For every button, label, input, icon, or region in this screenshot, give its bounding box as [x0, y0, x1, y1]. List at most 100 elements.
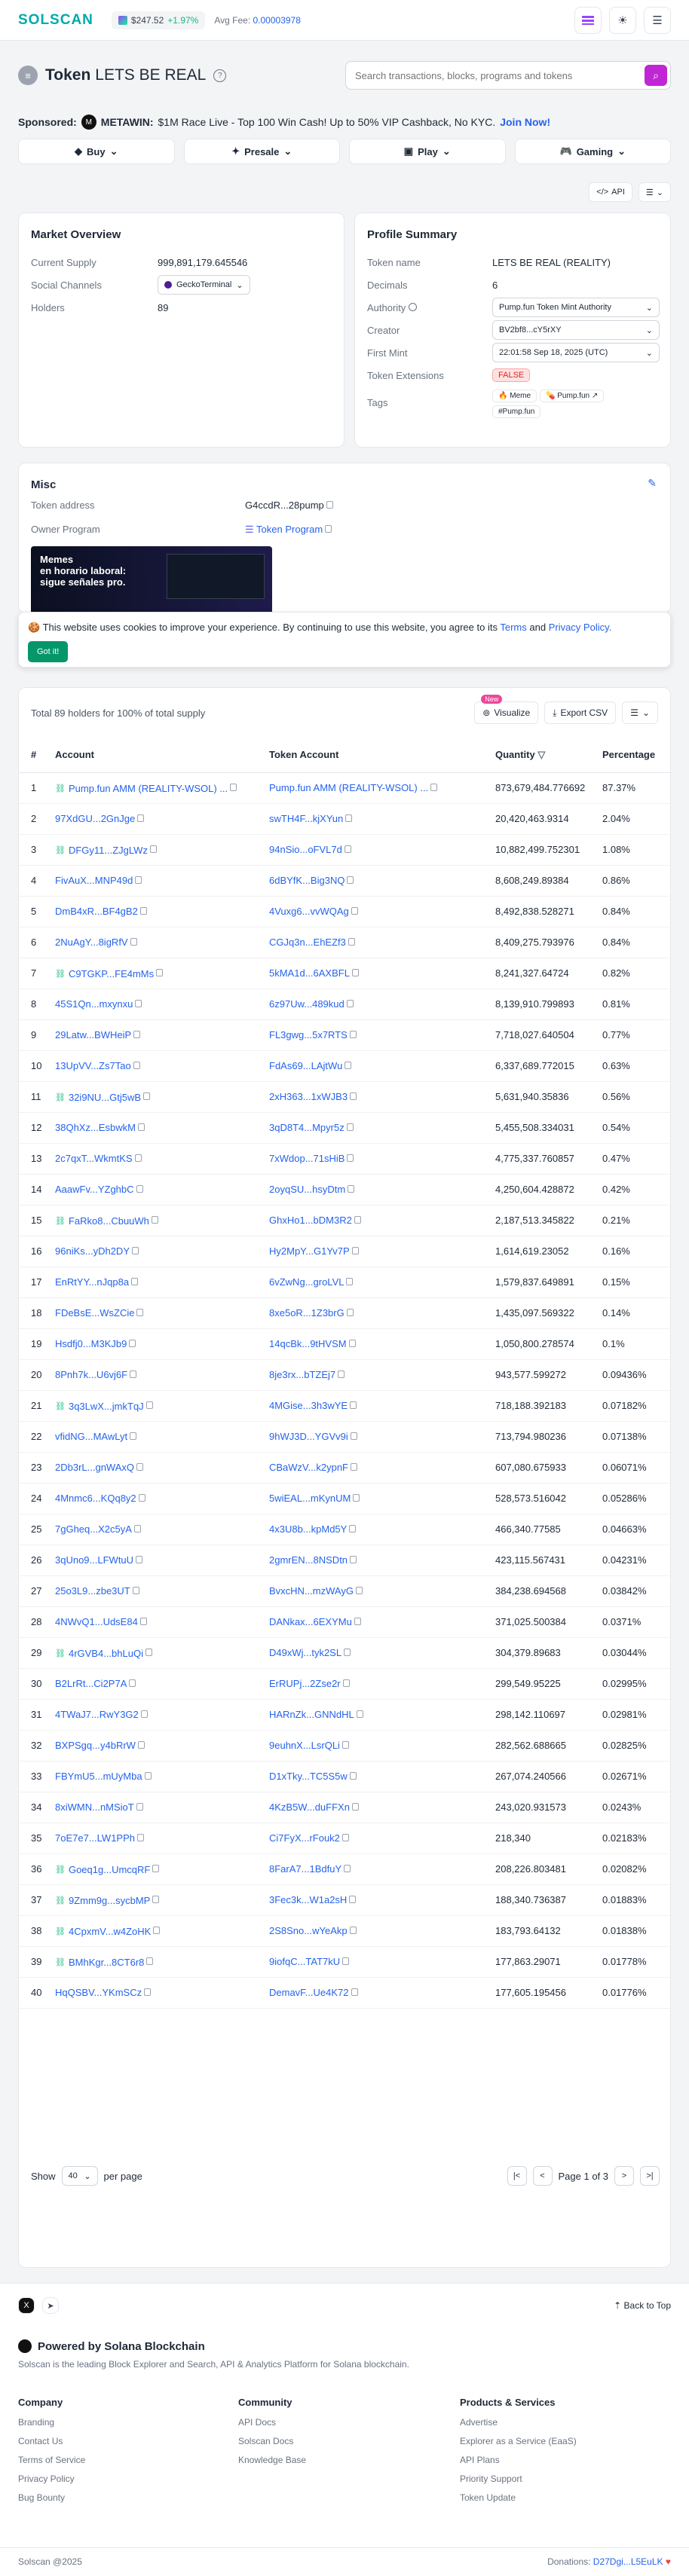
- account-link[interactable]: 96niKs...yDh2DY: [55, 1245, 130, 1257]
- copy-icon[interactable]: [354, 1216, 361, 1224]
- copy-icon[interactable]: [132, 1247, 139, 1254]
- copy-icon[interactable]: [346, 1309, 354, 1316]
- copy-icon[interactable]: [149, 845, 157, 853]
- token-account-link[interactable]: D49xWj...tyk2SL: [269, 1647, 341, 1658]
- account-link[interactable]: 8xiWMN...nMSioT: [55, 1801, 134, 1813]
- copy-icon[interactable]: [130, 1432, 137, 1440]
- copy-icon[interactable]: [350, 1432, 357, 1440]
- token-account-link[interactable]: 2S8Sno...wYeAkp: [269, 1925, 348, 1936]
- token-account-link[interactable]: 2gmrEN...8NSDtn: [269, 1554, 348, 1566]
- copy-icon[interactable]: [139, 907, 147, 915]
- account-link[interactable]: 4NWvQ1...UdsE84: [55, 1616, 138, 1627]
- first-mint-select[interactable]: 22:01:58 Sep 18, 2025 (UTC) ⌄: [492, 343, 660, 362]
- token-account-link[interactable]: 2xH363...1xWJB3: [269, 1091, 348, 1102]
- copy-icon[interactable]: [151, 1215, 158, 1224]
- copy-icon[interactable]: [133, 1525, 141, 1532]
- token-account-link[interactable]: 6vZwNg...groLVL: [269, 1276, 344, 1288]
- copy-icon[interactable]: [130, 1371, 137, 1378]
- ad-banner[interactable]: Memes en horario laboral: sigue señales …: [31, 546, 272, 613]
- account-link[interactable]: 2NuAgY...8igRfV: [55, 937, 128, 948]
- account-link[interactable]: ⛓ 4rGVB4...bhLuQi: [55, 1648, 143, 1659]
- privacy-link[interactable]: Privacy Policy.: [549, 622, 612, 633]
- account-link[interactable]: 2c7qxT...WkmtKS: [55, 1153, 133, 1164]
- copy-icon[interactable]: [136, 1556, 143, 1563]
- footer-link-token-update[interactable]: Token Update: [460, 2492, 577, 2503]
- back-to-top-link[interactable]: ⇡ Back to Top: [614, 2300, 671, 2311]
- copy-icon[interactable]: [342, 1957, 350, 1965]
- edit-icon[interactable]: ✎: [648, 477, 657, 490]
- account-link[interactable]: ⛓ BMhKgr...8CT6r8: [55, 1957, 144, 1968]
- token-account-link[interactable]: CGJq3n...EhEZf3: [269, 937, 346, 948]
- copy-icon[interactable]: [137, 1123, 145, 1131]
- footer-link-solscan-docs[interactable]: Solscan Docs: [238, 2436, 306, 2446]
- token-account-link[interactable]: swTH4F...kjXYun: [269, 813, 343, 824]
- copy-icon[interactable]: [136, 1185, 143, 1193]
- copy-icon[interactable]: [129, 1679, 136, 1687]
- account-link[interactable]: ⛓ 4CpxmV...w4ZoHK: [55, 1926, 151, 1937]
- token-account-link[interactable]: 8je3rx...bTZEj7: [269, 1369, 335, 1380]
- token-account-link[interactable]: FdAs69...LAjtWu: [269, 1060, 342, 1071]
- token-account-link[interactable]: CBaWzV...k2ypnF: [269, 1462, 348, 1473]
- copy-icon[interactable]: [351, 1247, 359, 1254]
- search-icon[interactable]: ⌕: [645, 65, 667, 86]
- copy-icon[interactable]: [349, 1772, 357, 1780]
- first-page-button[interactable]: |<: [507, 2166, 527, 2186]
- token-account-link[interactable]: GhxHo1...bDM3R2: [269, 1215, 352, 1226]
- copy-icon[interactable]: [130, 938, 137, 946]
- account-link[interactable]: DmB4xR...BF4gB2: [55, 906, 138, 917]
- copy-icon[interactable]: [430, 784, 438, 791]
- copy-icon[interactable]: [135, 1000, 142, 1007]
- account-link[interactable]: ⛓ Pump.fun AMM (REALITY-WSOL) ...: [55, 783, 228, 794]
- copy-icon[interactable]: [230, 783, 237, 791]
- copy-icon[interactable]: [347, 1154, 354, 1162]
- token-account-link[interactable]: 2oyqSU...hsyDtm: [269, 1184, 345, 1195]
- copy-icon[interactable]: [346, 1278, 354, 1285]
- footer-link-advertise[interactable]: Advertise: [460, 2417, 577, 2428]
- copy-icon[interactable]: [152, 1864, 160, 1872]
- copy-icon[interactable]: [351, 1463, 358, 1471]
- buy-button[interactable]: ◆ Buy ⌄: [18, 139, 175, 164]
- search-input[interactable]: [355, 69, 642, 81]
- token-account-link[interactable]: BvxcHN...mzWAyG: [269, 1585, 354, 1597]
- copy-icon[interactable]: [341, 1834, 349, 1841]
- token-account-link[interactable]: 9hWJ3D...YGVv9i: [269, 1431, 348, 1442]
- copy-icon[interactable]: [344, 1649, 351, 1656]
- copy-icon[interactable]: [350, 1556, 357, 1563]
- terms-link[interactable]: Terms: [500, 622, 526, 633]
- account-link[interactable]: HqQSBV...YKmSCz: [55, 1987, 142, 1998]
- copy-icon[interactable]: [139, 1618, 147, 1625]
- footer-link-bug-bounty[interactable]: Bug Bounty: [18, 2492, 85, 2503]
- copy-icon[interactable]: [135, 876, 142, 884]
- token-account-link[interactable]: 3Fec3k...W1a2sH: [269, 1894, 347, 1905]
- info-icon[interactable]: [408, 303, 417, 311]
- token-account-link[interactable]: Hy2MpY...G1Yv7P: [269, 1245, 350, 1257]
- copy-icon[interactable]: [136, 1803, 143, 1811]
- copy-icon[interactable]: [342, 1679, 350, 1687]
- copy-icon[interactable]: [356, 1710, 363, 1718]
- tag-meme[interactable]: 🔥 Meme: [492, 390, 537, 402]
- api-button[interactable]: </> API: [589, 182, 632, 202]
- token-account-link[interactable]: D1xTky...TC5S5w: [269, 1771, 348, 1782]
- copy-icon[interactable]: [341, 1741, 349, 1749]
- copy-icon[interactable]: [156, 968, 164, 976]
- account-link[interactable]: FDeBsE...WsZCie: [55, 1307, 134, 1319]
- copy-icon[interactable]: [325, 525, 332, 533]
- copy-icon[interactable]: [355, 1587, 363, 1594]
- token-account-link[interactable]: DANkax...6EXYMu: [269, 1616, 352, 1627]
- copy-icon[interactable]: [348, 1185, 355, 1193]
- account-link[interactable]: BXPSgq...y4bRrW: [55, 1740, 136, 1751]
- creator-select[interactable]: BV2bf8...cY5rXY ⌄: [492, 320, 660, 340]
- copy-icon[interactable]: [344, 1865, 351, 1872]
- footer-link-branding[interactable]: Branding: [18, 2417, 85, 2428]
- account-link[interactable]: ⛓ 32i9NU...Gtj5wB: [55, 1092, 141, 1103]
- account-link[interactable]: ⛓ 3q3LwX...jmkTqJ: [55, 1401, 144, 1412]
- cookie-accept-button[interactable]: Got it!: [28, 641, 69, 662]
- copy-icon[interactable]: [153, 1926, 161, 1934]
- copy-icon[interactable]: [145, 1401, 153, 1409]
- token-account-link[interactable]: 4MGise...3h3wYE: [269, 1400, 348, 1411]
- footer-link-eaas[interactable]: Explorer as a Service (EaaS): [460, 2436, 577, 2446]
- account-link[interactable]: ⛓ DFGy11...ZJgLWz: [55, 845, 148, 856]
- telegram-icon[interactable]: ➤: [42, 2297, 59, 2314]
- next-page-button[interactable]: >: [614, 2166, 634, 2186]
- menu-icon[interactable]: ☰: [644, 6, 671, 34]
